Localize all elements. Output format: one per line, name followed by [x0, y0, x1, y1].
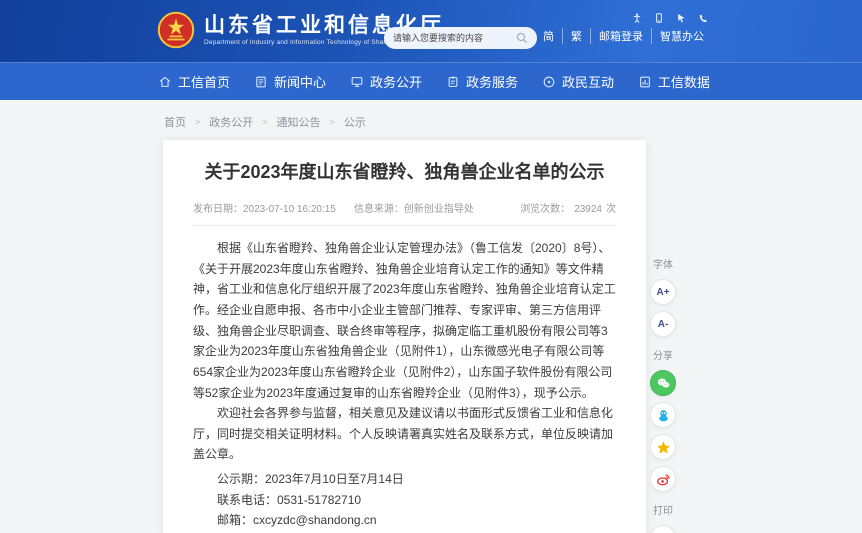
link-simplified[interactable]: 简 [535, 28, 562, 44]
font-decrease-button[interactable]: A- [650, 311, 676, 337]
font-increase-button[interactable]: A+ [650, 279, 676, 305]
main-navbar: 工信首页 新闻中心 政务公开 政务服务 政民互动 工信数据 [0, 62, 862, 100]
mouse-icon[interactable] [676, 13, 686, 23]
chart-icon [638, 75, 652, 89]
paragraph: 根据《山东省瞪羚、独角兽企业认定管理办法》（鲁工信发〔2020〕8号）、《关于开… [193, 238, 616, 403]
article-card: 关于2023年度山东省瞪羚、独角兽企业名单的公示 发布日期：2023-07-10… [163, 140, 646, 533]
share-weibo-button[interactable] [650, 466, 676, 492]
nav-label: 政务服务 [466, 72, 518, 91]
site-search [384, 27, 537, 49]
notice-info: 公示期：2023年7月10日至7月14日 联系电话：0531-51782710 … [193, 469, 616, 531]
nav-item-interaction[interactable]: 政民互动 [542, 72, 614, 91]
quick-links: 简 繁 邮箱登录 智慧办公 [535, 28, 712, 44]
qq-icon [656, 408, 671, 423]
view-count: 浏览次数：23924次 [516, 200, 616, 215]
print-label: 打印 [653, 502, 673, 517]
article-meta: 发布日期：2023-07-10 16:20:15 信息来源：创新创业指导处 浏览… [193, 200, 616, 226]
nav-label: 政民互动 [562, 72, 614, 91]
publish-date: 发布日期：2023-07-10 16:20:15 [193, 200, 336, 215]
search-icon[interactable] [516, 32, 528, 44]
article-body: 根据《山东省瞪羚、独角兽企业认定管理办法》（鲁工信发〔2020〕8号）、《关于开… [193, 238, 616, 533]
share-label: 分享 [653, 347, 673, 362]
nav-label: 工信数据 [658, 72, 710, 91]
home-icon [158, 75, 172, 89]
clipboard-icon [446, 75, 460, 89]
search-input[interactable] [393, 33, 516, 43]
nav-item-services[interactable]: 政务服务 [446, 72, 518, 91]
breadcrumb-disclosure[interactable]: 政务公开 [209, 114, 253, 130]
side-toolbar: 字体 A+ A- 分享 打印 [646, 249, 680, 533]
news-icon [254, 75, 268, 89]
interaction-icon [542, 75, 556, 89]
breadcrumb-separator: > [262, 117, 267, 127]
nav-label: 工信首页 [178, 72, 230, 91]
site-banner: 山东省工业和信息化厅 Department of Industry and In… [0, 0, 862, 62]
star-icon [656, 440, 671, 455]
article-title: 关于2023年度山东省瞪羚、独角兽企业名单的公示 [193, 160, 616, 185]
link-smart-office[interactable]: 智慧办公 [651, 28, 712, 44]
nav-item-news[interactable]: 新闻中心 [254, 72, 326, 91]
utility-icons [535, 13, 712, 23]
national-emblem-icon [157, 11, 195, 49]
publicity-period: 公示期：2023年7月10日至7月14日 [193, 469, 616, 490]
nav-item-home[interactable]: 工信首页 [158, 72, 230, 91]
breadcrumb-notices[interactable]: 通知公告 [277, 114, 321, 130]
nav-label: 政务公开 [370, 72, 422, 91]
font-size-label: 字体 [653, 256, 673, 271]
page: 山东省工业和信息化厅 Department of Industry and In… [0, 0, 862, 533]
mobile-icon[interactable] [654, 13, 664, 23]
share-qq-button[interactable] [650, 402, 676, 428]
nav-item-data[interactable]: 工信数据 [638, 72, 710, 91]
breadcrumb-separator: > [195, 117, 200, 127]
share-qzone-button[interactable] [650, 434, 676, 460]
weibo-icon [656, 472, 671, 487]
contact-email: 邮箱：cxcyzdc@shandong.cn [193, 510, 616, 531]
share-wechat-button[interactable] [650, 370, 676, 396]
nav-item-disclosure[interactable]: 政务公开 [350, 72, 422, 91]
phone-icon[interactable] [698, 13, 708, 23]
breadcrumb-current: 公示 [344, 114, 366, 130]
link-mail-login[interactable]: 邮箱登录 [590, 28, 651, 44]
link-traditional[interactable]: 繁 [562, 28, 590, 44]
contact-phone: 联系电话：0531-51782710 [193, 490, 616, 511]
breadcrumb: 首页 > 政务公开 > 通知公告 > 公示 [164, 114, 366, 130]
wechat-icon [656, 376, 671, 391]
print-button[interactable] [650, 525, 676, 533]
header-utilities: 简 繁 邮箱登录 智慧办公 [535, 13, 712, 44]
accessibility-icon[interactable] [632, 13, 642, 23]
monitor-icon [350, 75, 364, 89]
breadcrumb-home[interactable]: 首页 [164, 114, 186, 130]
paragraph: 欢迎社会各界参与监督，相关意见及建议请以书面形式反馈省工业和信息化厅，同时提交相… [193, 403, 616, 465]
breadcrumb-separator: > [330, 117, 335, 127]
info-source: 信息来源：创新创业指导处 [354, 200, 474, 215]
nav-label: 新闻中心 [274, 72, 326, 91]
